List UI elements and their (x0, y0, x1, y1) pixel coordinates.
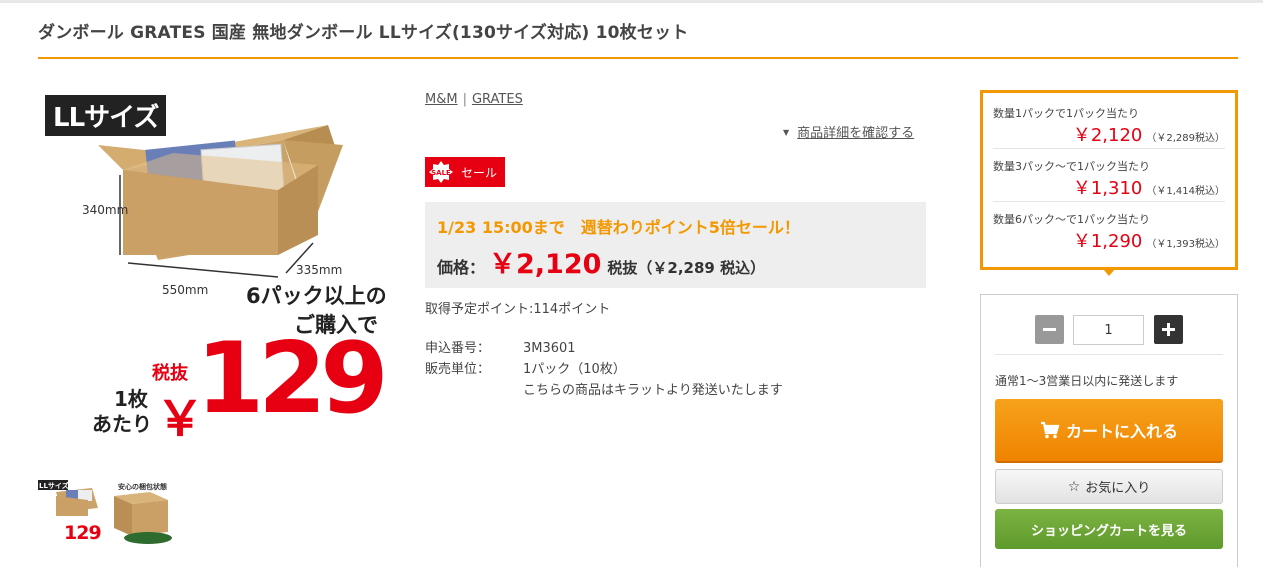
spec-value: こちらの商品はキラットより発送いたします (523, 383, 783, 398)
tier-pricing-box: 数量1パックで1パック当たり ￥2,120 （￥2,289税込） 数量3パック～… (980, 90, 1238, 270)
sale-badge: SALE セール (425, 157, 505, 187)
star-outline-icon: ☆ (1067, 478, 1081, 495)
title-divider (38, 57, 1238, 59)
thumbnail-strip: LLサイズ 129 安心の梱包状態 (38, 478, 174, 546)
spec-row: 販売単位： 1パック（10枚） (425, 359, 783, 380)
dim-width-label: 550mm (162, 283, 209, 297)
sale-icon-text: SALE (431, 169, 451, 177)
add-to-cart-label: カートに入れる (1065, 422, 1178, 441)
tier-price-tax: （￥2,289税込） (1146, 133, 1225, 144)
tier-price-main: ￥1,310 (1072, 178, 1143, 199)
tier-price: ￥2,120 （￥2,289税込） (1073, 121, 1225, 147)
tier-row: 数量1パックで1パック当たり ￥2,120 （￥2,289税込） (993, 97, 1225, 149)
brand-links: M&M | GRATES (425, 92, 523, 107)
price-label: 価格： (437, 258, 486, 277)
product-detail-link[interactable]: 商品詳細を確認する (797, 126, 914, 141)
thumb1-price: 129 (64, 522, 102, 544)
spec-row: 申込番号： 3M3601 (425, 338, 783, 359)
tier-price-main: ￥2,120 (1072, 125, 1143, 146)
spec-value: 1パック（10枚） (523, 362, 626, 377)
tier-price-main: ￥1,290 (1072, 231, 1143, 252)
price-main: ￥2,120 (489, 249, 602, 280)
cart-panel: 通常1～3営業日以内に発送します カートに入れる ☆ お気に入り ショッピングカ… (980, 294, 1238, 567)
spec-value: 3M3601 (523, 341, 576, 356)
tier-price: ￥1,290 （￥1,393税込） (1073, 227, 1225, 253)
quantity-stepper (981, 315, 1237, 347)
tier-label: 数量6パック～で1パック当たり (993, 213, 1150, 226)
unit-line2: あたり (92, 412, 152, 436)
sale-tag-icon: SALE (427, 159, 455, 185)
product-detail-link-row: ▼ 商品詳細を確認する (783, 122, 914, 141)
spec-table: 申込番号： 3M3601 販売単位： 1パック（10枚） こちらの商品はキラット… (425, 338, 783, 401)
spec-row: こちらの商品はキラットより発送いたします (425, 380, 783, 401)
size-tag: LLサイズ (45, 95, 167, 136)
price-tax-note: 税抜（￥2,289 税込） (607, 259, 766, 277)
top-border (0, 0, 1263, 3)
tier-price-tax: （￥1,393税込） (1146, 239, 1225, 250)
tier-label: 数量1パックで1パック当たり (993, 107, 1139, 120)
brand-separator: | (462, 92, 467, 107)
spec-key: 申込番号： (425, 341, 491, 356)
tier-box-pointer (1103, 269, 1115, 276)
thumbnail-1[interactable]: LLサイズ 129 (38, 478, 102, 546)
tier-price-tax: （￥1,414税込） (1146, 186, 1225, 197)
price-box: 1/23 15:00まで 週替わりポイント5倍セール！ 価格： ￥2,120 税… (425, 202, 926, 288)
points-info: 取得予定ポイント:114ポイント (425, 302, 611, 317)
spec-key: 販売単位： (425, 362, 491, 377)
tier-row: 数量6パック～で1パック当たり ￥1,290 （￥1,393税込） (993, 203, 1225, 255)
add-to-cart-button[interactable]: カートに入れる (995, 399, 1223, 463)
thumb2-tag: 安心の梱包状態 (118, 483, 167, 491)
triangle-right-icon: ▼ (783, 128, 790, 137)
shipping-note: 通常1～3営業日以内に発送します (995, 374, 1179, 388)
sale-label: セール (461, 165, 498, 180)
promo-line1: 6パック以上の (246, 284, 387, 308)
cart-icon (1040, 421, 1060, 439)
product-main-image: LLサイズ 340mm 550mm 335mm 6パック以上の ご購入で 税抜 … (38, 85, 390, 447)
favorite-button[interactable]: ☆ お気に入り (995, 469, 1223, 504)
page-title: ダンボール GRATES 国産 無地ダンボール LLサイズ(130サイズ対応) … (38, 23, 689, 43)
tier-price: ￥1,310 （￥1,414税込） (1073, 174, 1225, 200)
quantity-input[interactable] (1073, 315, 1144, 345)
favorite-label: お気に入り (1085, 481, 1151, 496)
dim-depth-label: 335mm (296, 263, 343, 277)
spec-key (425, 380, 523, 401)
thumbnail-2[interactable]: 安心の梱包状態 (110, 478, 174, 546)
campaign-text: 1/23 15:00まで 週替わりポイント5倍セール！ (437, 218, 800, 237)
divider (995, 354, 1223, 355)
view-cart-label: ショッピングカートを見る (1030, 523, 1187, 539)
view-cart-button[interactable]: ショッピングカートを見る (995, 509, 1223, 549)
brand-link-mm[interactable]: M&M (425, 92, 458, 107)
dim-height-label: 340mm (82, 203, 129, 217)
thumb1-tag: LLサイズ (39, 482, 69, 490)
brand-link-grates[interactable]: GRATES (472, 92, 523, 107)
tier-row: 数量3パック～で1パック当たり ￥1,310 （￥1,414税込） (993, 150, 1225, 202)
minus-icon[interactable] (1035, 315, 1064, 344)
price-row: 価格： ￥2,120 税抜（￥2,289 税込） (437, 242, 765, 281)
plus-icon[interactable] (1154, 315, 1183, 344)
tier-label: 数量3パック～で1パック当たり (993, 160, 1150, 173)
promo-price: 129 (196, 322, 389, 436)
